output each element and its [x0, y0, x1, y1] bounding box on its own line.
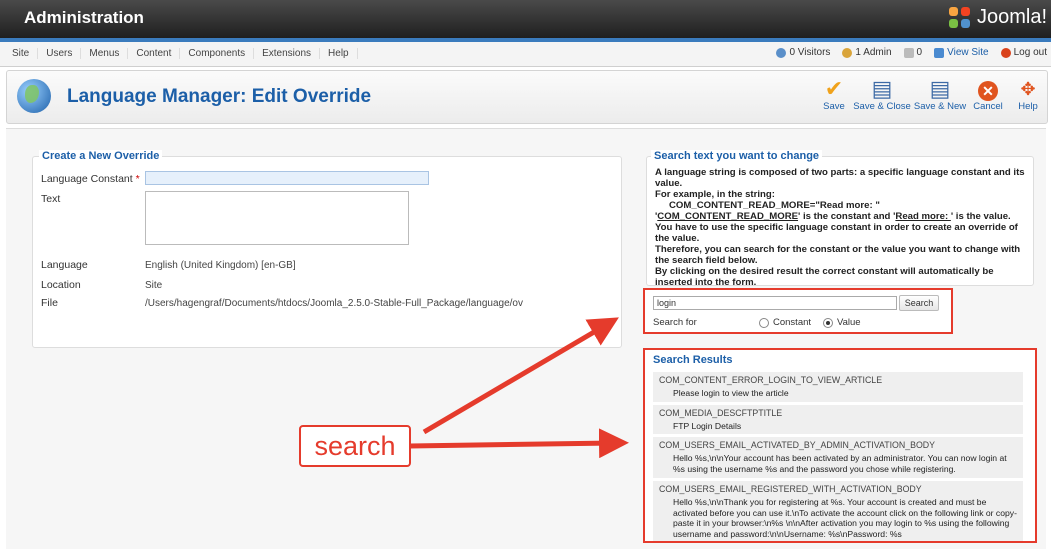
visitors-status: 0 Visitors — [776, 47, 830, 58]
result-constant: COM_USERS_EMAIL_REGISTERED_WITH_ACTIVATI… — [659, 484, 922, 494]
result-value: Hello %s,\n\nYour account has been activ… — [673, 453, 1007, 474]
joomla-logo-icon — [948, 6, 971, 29]
menu-content[interactable]: Content — [128, 48, 181, 59]
search-input[interactable]: login — [653, 296, 897, 310]
result-value: FTP Login Details — [673, 421, 742, 431]
search-help-text: A language string is composed of two par… — [655, 167, 1025, 288]
save-new-button[interactable]: ▤ Save & New — [913, 77, 967, 119]
radio-constant-icon — [759, 317, 769, 328]
result-item[interactable]: COM_USERS_EMAIL_ACTIVATED_BY_ADMIN_ACTIV… — [653, 437, 1023, 478]
radio-constant[interactable]: Constant — [759, 317, 811, 328]
result-value: Please login to view the article — [673, 388, 789, 398]
joomla-brand: Joomla! — [976, 6, 1047, 28]
admin-header: Administration Joomla! — [0, 0, 1051, 42]
admins-status: 1 Admin — [842, 47, 892, 58]
text-label: Text — [41, 193, 61, 205]
search-results: Search Results COM_CONTENT_ERROR_LOGIN_T… — [643, 348, 1037, 543]
monitor-icon — [934, 47, 945, 58]
menu-menus[interactable]: Menus — [81, 48, 129, 59]
result-value: Hello %s,\n\nThank you for registering a… — [673, 497, 1017, 539]
mail-icon — [903, 47, 914, 58]
search-text-fieldset: Search text you want to change A languag… — [646, 150, 1034, 288]
search-text-legend: Search text you want to change — [651, 150, 823, 162]
search-form: login Search Search for Constant Value — [643, 288, 953, 334]
language-value: English (United Kingdom) [en-GB] — [145, 260, 296, 271]
help-button[interactable]: ✥ Help — [1011, 77, 1045, 119]
page-title: Language Manager: Edit Override — [67, 86, 372, 107]
location-value: Site — [145, 280, 163, 291]
language-constant-label: Language Constant * — [41, 173, 140, 185]
joomla-logo[interactable]: Joomla! — [948, 6, 1047, 29]
save-close-button[interactable]: ▤ Save & Close — [853, 77, 911, 119]
view-site-link[interactable]: View Site — [934, 47, 989, 58]
globe-icon — [17, 79, 51, 113]
menu-site[interactable]: Site — [4, 48, 39, 59]
create-override-fieldset: Create a New Override Language Constant … — [32, 150, 622, 348]
lifebuoy-icon: ✥ — [1020, 79, 1036, 99]
search-annotation-label: search — [299, 425, 411, 467]
language-label: Language — [41, 259, 88, 271]
search-for-label: Search for — [653, 317, 697, 328]
cancel-button[interactable]: ✕ Cancel — [965, 77, 1011, 119]
logout-icon — [1000, 47, 1011, 58]
result-item[interactable]: COM_MEDIA_DESCFTPTITLE FTP Login Details — [653, 405, 1023, 434]
users-icon — [776, 47, 787, 58]
location-label: Location — [41, 279, 81, 291]
file-value: /Users/hagengraf/Documents/htdocs/Joomla… — [145, 298, 523, 309]
required-marker: * — [135, 173, 140, 185]
radio-value[interactable]: Value — [823, 317, 861, 328]
menu-components[interactable]: Components — [180, 48, 255, 59]
result-constant: COM_MEDIA_DESCFTPTITLE — [659, 408, 783, 418]
file-label: File — [41, 297, 58, 309]
menu-users[interactable]: Users — [38, 48, 82, 59]
radio-value-icon — [823, 317, 833, 328]
floppy-plus-icon: ▤ — [929, 76, 951, 101]
result-item[interactable]: COM_USERS_EMAIL_REGISTERED_WITH_ACTIVATI… — [653, 481, 1023, 541]
admin-title: Administration — [24, 8, 144, 27]
result-constant: COM_CONTENT_ERROR_LOGIN_TO_VIEW_ARTICLE — [659, 375, 883, 385]
text-textarea[interactable] — [145, 191, 409, 245]
language-constant-input[interactable] — [145, 171, 429, 185]
floppy-icon: ▤ — [871, 76, 893, 101]
messages-status[interactable]: 0 — [903, 47, 922, 58]
search-results-legend: Search Results — [653, 354, 733, 366]
page-toolbar: Language Manager: Edit Override ✔ Save ▤… — [6, 70, 1048, 124]
cancel-icon: ✕ — [965, 77, 1011, 101]
menu-help[interactable]: Help — [320, 48, 358, 59]
search-button[interactable]: Search — [899, 295, 939, 311]
menu-extensions[interactable]: Extensions — [254, 48, 321, 59]
admin-icon — [842, 47, 853, 58]
create-override-legend: Create a New Override — [39, 150, 163, 162]
logout-link[interactable]: Log out — [1000, 47, 1047, 58]
result-item[interactable]: COM_CONTENT_ERROR_LOGIN_TO_VIEW_ARTICLE … — [653, 372, 1023, 402]
result-constant: COM_USERS_EMAIL_ACTIVATED_BY_ADMIN_ACTIV… — [659, 440, 936, 450]
main-menu: Site Users Menus Content Components Exte… — [0, 42, 1051, 67]
